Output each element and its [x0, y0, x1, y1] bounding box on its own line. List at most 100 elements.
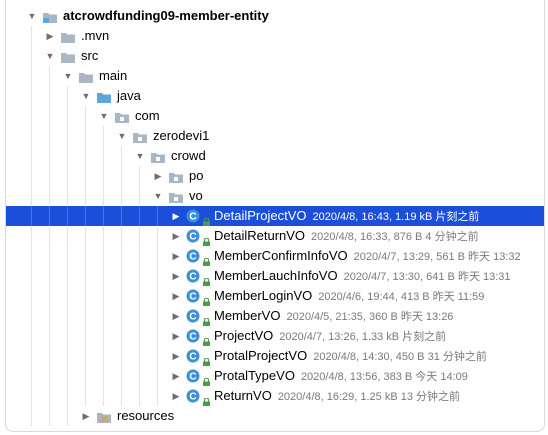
indent-guide [139, 366, 140, 386]
indent-guide [85, 126, 86, 146]
svg-text:C: C [189, 312, 196, 323]
node-name: ReturnVO [214, 388, 272, 403]
chevron-right-icon[interactable]: ▶ [170, 326, 182, 346]
tree-node-vo[interactable]: ▼ vo [6, 186, 544, 206]
chevron-right-icon[interactable]: ▶ [170, 266, 182, 286]
file-meta: 2020/4/8, 16:43, 1.19 kB 片刻之前 [312, 211, 480, 223]
indent-guide [49, 266, 50, 286]
tree-node-src[interactable]: ▼ src [6, 46, 544, 66]
indent-guide [49, 86, 50, 106]
tree-node-projectvo[interactable]: ▶ C ProjectVO 2020/4/7, 13:26, 1.33 kB 片刻之前 [6, 326, 544, 346]
indent-guide [85, 226, 86, 246]
class-icon: C [186, 349, 200, 363]
indent-guide [67, 86, 68, 106]
chevron-down-icon[interactable]: ▼ [152, 186, 164, 206]
folder-icon [60, 30, 76, 43]
indent-guide [85, 166, 86, 186]
node-name: ProtalProjectVO [214, 348, 308, 363]
indent-guide [157, 266, 158, 286]
chevron-right-icon[interactable]: ▶ [170, 366, 182, 386]
tree-node-protalprojectvo[interactable]: ▶ C ProtalProjectVO 2020/4/8, 14:30, 450 B … [6, 346, 544, 366]
chevron-right-icon[interactable]: ▶ [170, 346, 182, 366]
chevron-right-icon[interactable]: ▶ [152, 166, 164, 186]
chevron-down-icon[interactable]: ▼ [134, 146, 146, 166]
tree-node-java[interactable]: ▼ java [6, 86, 544, 106]
tree-node-memberconfirminfovo[interactable]: ▶ C MemberConfirmInfoVO 2020/4/7, 13:29, 56… [6, 246, 544, 266]
indent-guide [139, 226, 140, 246]
indent-guide [85, 146, 86, 166]
tree-node-mvn[interactable]: ▶ .mvn [6, 26, 544, 46]
tree-node-label: MemberConfirmInfoVO 2020/4/7, 13:29, 561 … [214, 246, 521, 267]
tree-node-protaltypevo[interactable]: ▶ C ProtalTypeVO 2020/4/8, 13:56, 383 B 今天 … [6, 366, 544, 386]
indent-guide [103, 146, 104, 166]
indent-guide [67, 126, 68, 146]
class-icon: C [186, 209, 200, 223]
tree-node-zerodevi1[interactable]: ▼ zerodevi1 [6, 126, 544, 146]
package-icon [132, 130, 148, 143]
chevron-right-icon[interactable]: ▶ [80, 406, 92, 426]
class-icon: C [186, 309, 200, 323]
tree-node-detailprojectvo[interactable]: ▶ C DetailProjectVO 2020/4/8, 16:43, 1.19 k… [6, 206, 544, 226]
chevron-right-icon[interactable]: ▶ [170, 246, 182, 266]
tree-node-com[interactable]: ▼ com [6, 106, 544, 126]
indent-guide [121, 226, 122, 246]
indent-guide [31, 106, 32, 126]
node-name: MemberLoginVO [214, 288, 313, 303]
chevron-right-icon[interactable]: ▶ [170, 306, 182, 326]
indent-guide [67, 166, 68, 186]
class-icon: C [186, 249, 200, 263]
indent-guide [157, 366, 158, 386]
tree-node-atcrowdfunding09-member-entity[interactable]: ▼ atcrowdfunding09-member-entity [6, 6, 544, 26]
chevron-down-icon[interactable]: ▼ [80, 86, 92, 106]
file-meta: 2020/4/8, 14:30, 450 B 31 分钟之前 [313, 351, 487, 363]
chevron-down-icon[interactable]: ▼ [62, 66, 74, 86]
chevron-down-icon[interactable]: ▼ [26, 6, 38, 26]
indent-guide [103, 286, 104, 306]
indent-guide [121, 166, 122, 186]
chevron-right-icon[interactable]: ▶ [44, 26, 56, 46]
lock-icon [203, 292, 210, 306]
lock-icon [203, 232, 210, 246]
indent-guide [103, 386, 104, 406]
chevron-right-icon[interactable]: ▶ [170, 386, 182, 406]
node-name: ProjectVO [214, 328, 274, 343]
file-meta: 2020/4/8, 16:29, 1.25 kB 13 分钟之前 [277, 391, 461, 403]
indent-guide [157, 286, 158, 306]
indent-guide [85, 266, 86, 286]
chevron-down-icon[interactable]: ▼ [98, 106, 110, 126]
file-meta: 2020/4/7, 13:26, 1.33 kB 片刻之前 [279, 331, 447, 343]
class-icon: C [186, 289, 200, 303]
indent-guide [157, 206, 158, 226]
tree-node-membervo[interactable]: ▶ C MemberVO 2020/4/5, 21:35, 360 B 昨天 13:2… [6, 306, 544, 326]
indent-guide [139, 286, 140, 306]
tree-node-detailreturnvo[interactable]: ▶ C DetailReturnVO 2020/4/8, 16:33, 876 B 4… [6, 226, 544, 246]
tree-node-resources[interactable]: ▶ resources [6, 406, 544, 426]
indent-guide [31, 126, 32, 146]
chevron-right-icon[interactable]: ▶ [170, 226, 182, 246]
indent-guide [85, 106, 86, 126]
tree-node-label: atcrowdfunding09-member-entity [63, 6, 269, 26]
lock-icon [203, 392, 210, 406]
chevron-down-icon[interactable]: ▼ [44, 46, 56, 66]
indent-guide [49, 106, 50, 126]
chevron-down-icon[interactable]: ▼ [116, 126, 128, 146]
indent-guide [67, 206, 68, 226]
tree-node-po[interactable]: ▶ po [6, 166, 544, 186]
tree-node-crowd[interactable]: ▼ crowd [6, 146, 544, 166]
chevron-right-icon[interactable]: ▶ [170, 206, 182, 226]
indent-guide [139, 346, 140, 366]
tree-node-label: .mvn [81, 26, 109, 46]
tree-node-returnvo[interactable]: ▶ C ReturnVO 2020/4/8, 16:29, 1.25 kB 13 分钟… [6, 386, 544, 406]
chevron-right-icon[interactable]: ▶ [170, 286, 182, 306]
node-name: DetailProjectVO [214, 208, 307, 223]
indent-guide [67, 326, 68, 346]
class-icon: C [186, 229, 200, 243]
indent-guide [157, 346, 158, 366]
tree-node-memberloginvo[interactable]: ▶ C MemberLoginVO 2020/4/6, 19:44, 413 B 昨天… [6, 286, 544, 306]
tree-node-main[interactable]: ▼ main [6, 66, 544, 86]
tree-node-memberlauchinfovo[interactable]: ▶ C MemberLauchInfoVO 2020/4/7, 13:30, 641 … [6, 266, 544, 286]
indent-guide [67, 246, 68, 266]
indent-guide [67, 346, 68, 366]
indent-guide [85, 246, 86, 266]
indent-guide [31, 406, 32, 426]
